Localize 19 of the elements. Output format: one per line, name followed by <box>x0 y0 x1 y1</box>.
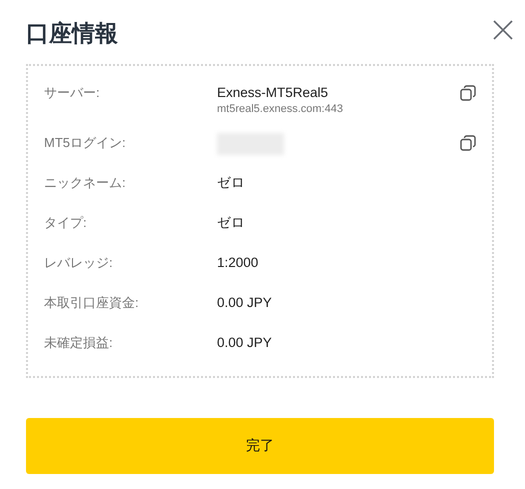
field-label: タイプ: <box>44 214 88 232</box>
field-value: ゼロ <box>217 174 246 192</box>
copy-icon[interactable] <box>460 135 476 151</box>
field-label: ニックネーム: <box>44 174 127 192</box>
field-label: 未確定損益: <box>44 334 114 352</box>
field-value: 0.00 JPY <box>217 334 273 352</box>
field-value: 0.00 JPY <box>217 294 273 312</box>
field-label: 本取引口座資金: <box>44 294 140 312</box>
field-label: MT5ログイン: <box>44 134 127 152</box>
dialog-title: 口座情報 <box>26 20 118 49</box>
field-subtext: mt5real5.exness.com:443 <box>217 103 344 115</box>
copy-icon[interactable] <box>460 85 476 101</box>
close-icon[interactable] <box>493 20 513 40</box>
done-button[interactable]: 完了 <box>26 418 494 474</box>
field-value: 1:2000 <box>217 254 260 272</box>
field-label: レバレッジ: <box>44 254 114 272</box>
field-label: サーバー: <box>44 84 101 102</box>
field-value: ゼロ <box>217 214 246 232</box>
field-value: Exness-MT5Real5 <box>217 84 330 102</box>
